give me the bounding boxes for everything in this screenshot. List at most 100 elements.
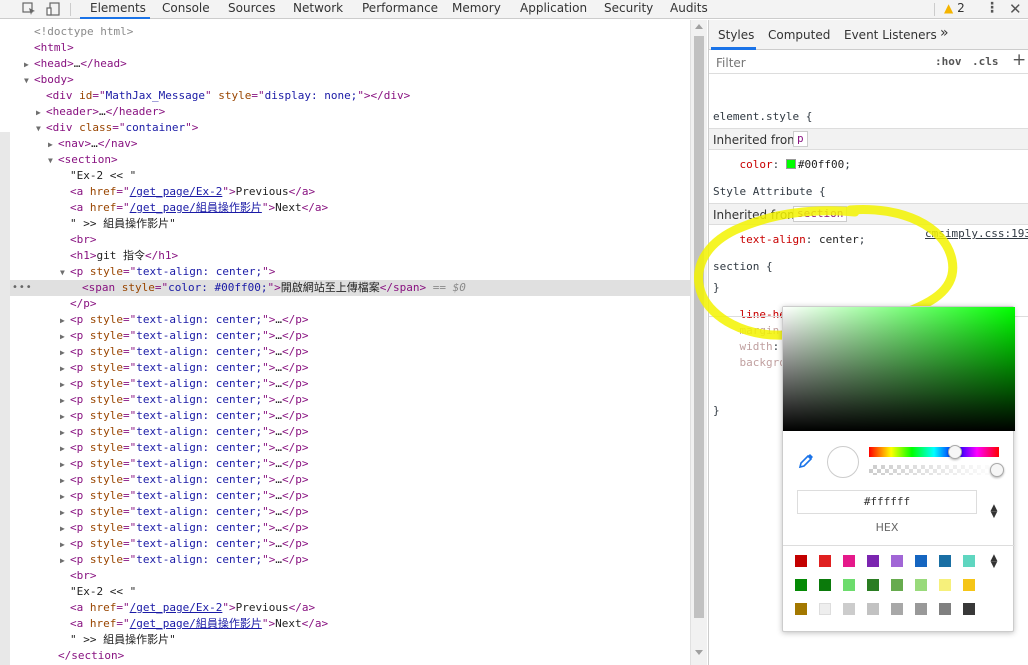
- tab-audits[interactable]: Audits: [670, 1, 708, 15]
- expand-arrow-icon[interactable]: ▶: [60, 441, 70, 457]
- dom-node[interactable]: ▶ <p style="text-align: center;">…</p>: [60, 424, 308, 440]
- collapse-arrow-icon[interactable]: ▼: [24, 73, 34, 89]
- tab-console[interactable]: Console: [162, 1, 210, 15]
- dom-node[interactable]: </p>: [60, 296, 97, 312]
- expand-arrow-icon[interactable]: ▶: [60, 345, 70, 361]
- warnings-counter[interactable]: ▲ 2: [944, 1, 965, 15]
- tab-event-listeners[interactable]: Event Listeners: [844, 28, 937, 42]
- palette-swatch[interactable]: [891, 579, 903, 591]
- expand-arrow-icon[interactable]: ▶: [36, 105, 46, 121]
- palette-swatch[interactable]: [939, 579, 951, 591]
- palette-swatch[interactable]: [963, 579, 975, 591]
- palette-switch-icon[interactable]: ▲ ▼: [989, 554, 999, 570]
- palette-swatch[interactable]: [867, 555, 879, 567]
- tab-memory[interactable]: Memory: [452, 1, 501, 15]
- dom-node[interactable]: ▶ <p style="text-align: center;">…</p>: [60, 504, 308, 520]
- collapse-arrow-icon[interactable]: ▼: [36, 121, 46, 137]
- inherited-node-chip[interactable]: p: [793, 131, 808, 147]
- css-property[interactable]: width: [740, 340, 773, 353]
- node-actions-icon[interactable]: •••: [12, 282, 33, 293]
- palette-swatch[interactable]: [867, 603, 879, 615]
- hue-slider-handle[interactable]: [947, 445, 962, 459]
- hue-slider[interactable]: [869, 447, 999, 457]
- more-options-icon[interactable]: ⋮: [985, 0, 999, 16]
- dom-node[interactable]: ▶ <p style="text-align: center;">…</p>: [60, 536, 308, 552]
- dom-node[interactable]: ▼ <section>: [48, 152, 118, 168]
- collapse-arrow-icon[interactable]: ▼: [60, 265, 70, 281]
- palette-swatch[interactable]: [891, 603, 903, 615]
- dom-node[interactable]: ▶ <p style="text-align: center;">…</p>: [60, 456, 308, 472]
- palette-swatch[interactable]: [795, 555, 807, 567]
- tab-application[interactable]: Application: [520, 1, 587, 15]
- palette-swatch[interactable]: [795, 579, 807, 591]
- dom-node[interactable]: ▶ <p style="text-align: center;">…</p>: [60, 344, 308, 360]
- palette-swatch[interactable]: [891, 555, 903, 567]
- expand-arrow-icon[interactable]: ▶: [60, 473, 70, 489]
- expand-arrow-icon[interactable]: ▶: [60, 457, 70, 473]
- expand-arrow-icon[interactable]: ▶: [60, 489, 70, 505]
- device-toolbar-icon[interactable]: [46, 1, 64, 18]
- palette-swatch[interactable]: [795, 603, 807, 615]
- palette-swatch[interactable]: [915, 579, 927, 591]
- dom-node[interactable]: " >> 組員操作影片": [60, 632, 176, 648]
- dom-node[interactable]: ▶ <header>…</header>: [36, 104, 165, 120]
- expand-arrow-icon[interactable]: ▶: [60, 393, 70, 409]
- dom-node[interactable]: <html>: [24, 40, 74, 56]
- scrollbar-thumb[interactable]: [694, 36, 704, 618]
- expand-arrow-icon[interactable]: ▶: [24, 57, 34, 73]
- class-toggle-button[interactable]: .cls: [972, 55, 999, 68]
- tab-computed[interactable]: Computed: [768, 28, 830, 42]
- close-icon[interactable]: ✕: [1009, 0, 1022, 18]
- tab-network[interactable]: Network: [293, 1, 343, 15]
- expand-arrow-icon[interactable]: ▶: [60, 521, 70, 537]
- hover-state-button[interactable]: :hov: [935, 55, 962, 68]
- format-toggle-icon[interactable]: ▲ ▼: [989, 504, 999, 520]
- dom-node[interactable]: ▶ <p style="text-align: center;">…</p>: [60, 472, 308, 488]
- palette-swatch[interactable]: [843, 603, 855, 615]
- palette-swatch[interactable]: [939, 603, 951, 615]
- saturation-value-area[interactable]: [783, 307, 1015, 431]
- dom-node[interactable]: "Ex-2 << ": [60, 168, 136, 184]
- palette-swatch[interactable]: [963, 555, 975, 567]
- tab-performance[interactable]: Performance: [362, 1, 438, 15]
- dom-node[interactable]: ▶ <head>…</head>: [24, 56, 127, 72]
- palette-swatch[interactable]: [963, 603, 975, 615]
- collapse-arrow-icon[interactable]: ▼: [48, 153, 58, 169]
- dom-node[interactable]: <br>: [60, 232, 97, 248]
- eyedropper-icon[interactable]: [797, 452, 815, 470]
- expand-arrow-icon[interactable]: ▶: [60, 537, 70, 553]
- dom-node[interactable]: <h1>git 指令</h1>: [60, 248, 178, 264]
- dom-node[interactable]: "Ex-2 << ": [60, 584, 136, 600]
- token-link[interactable]: /get_page/Ex-2: [130, 601, 223, 614]
- dom-node[interactable]: <a href="/get_page/組員操作影片">Next</a>: [60, 616, 328, 632]
- token-link[interactable]: /get_page/Ex-2: [130, 185, 223, 198]
- dom-node[interactable]: <a href="/get_page/Ex-2">Previous</a>: [60, 600, 315, 616]
- dom-node[interactable]: ▼ <body>: [24, 72, 74, 88]
- dom-node[interactable]: ▶ <p style="text-align: center;">…</p>: [60, 360, 308, 376]
- expand-arrow-icon[interactable]: ▶: [60, 313, 70, 329]
- palette-swatch[interactable]: [843, 555, 855, 567]
- dom-node[interactable]: ▶ <p style="text-align: center;">…</p>: [60, 488, 308, 504]
- token-link[interactable]: /get_page/組員操作影片: [130, 201, 262, 214]
- tab-security[interactable]: Security: [604, 1, 653, 15]
- tab-elements[interactable]: Elements: [90, 1, 146, 15]
- dom-node[interactable]: <!doctype html>: [24, 24, 133, 40]
- dom-node[interactable]: ▶ <p style="text-align: center;">…</p>: [60, 520, 308, 536]
- palette-swatch[interactable]: [819, 555, 831, 567]
- tab-styles[interactable]: Styles: [718, 28, 754, 42]
- expand-arrow-icon[interactable]: ▶: [60, 361, 70, 377]
- hex-value-input[interactable]: #ffffff: [797, 490, 977, 514]
- tab-sources[interactable]: Sources: [228, 1, 275, 15]
- expand-arrow-icon[interactable]: ▶: [60, 425, 70, 441]
- dom-node[interactable]: ▶ <p style="text-align: center;">…</p>: [60, 312, 308, 328]
- dom-node[interactable]: ▶ <nav>…</nav>: [48, 136, 138, 152]
- palette-swatch[interactable]: [915, 603, 927, 615]
- dom-node[interactable]: ▼ <p style="text-align: center;">: [60, 264, 275, 280]
- dom-node[interactable]: <a href="/get_page/組員操作影片">Next</a>: [60, 200, 328, 216]
- dom-node[interactable]: ▶ <p style="text-align: center;">…</p>: [60, 408, 308, 424]
- dom-node-selected[interactable]: <span style="color: #00ff00;">開啟網站至上傳檔案<…: [10, 280, 690, 296]
- scroll-down-icon[interactable]: [695, 650, 703, 655]
- palette-swatch[interactable]: [819, 603, 831, 615]
- expand-arrow-icon[interactable]: ▶: [60, 329, 70, 345]
- dom-node[interactable]: " >> 組員操作影片": [60, 216, 176, 232]
